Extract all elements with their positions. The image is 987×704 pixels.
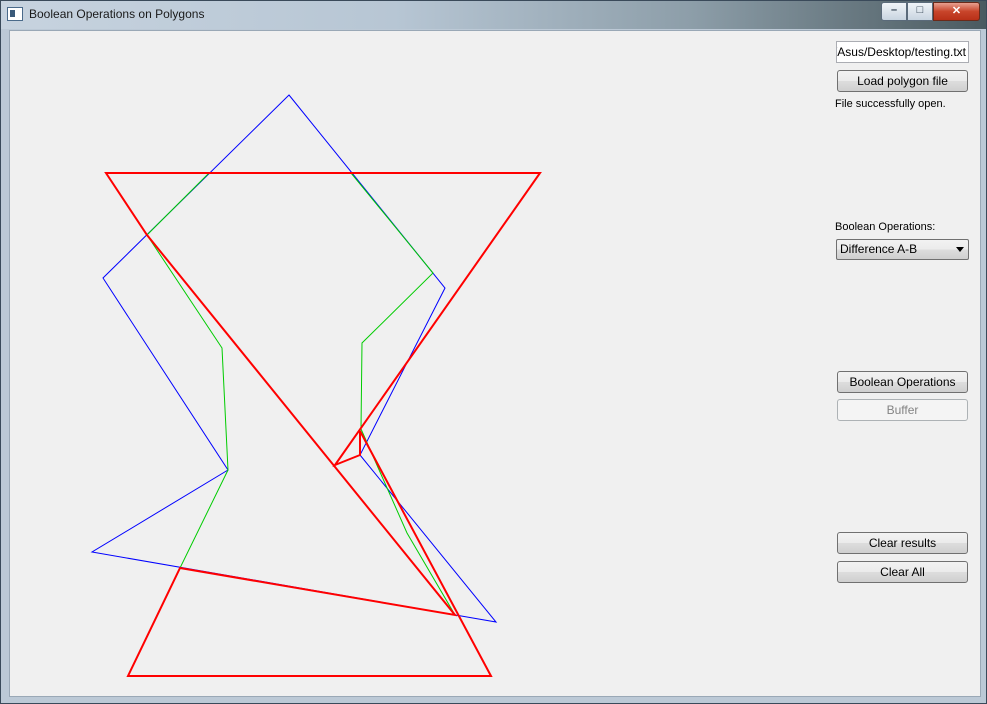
clear-results-button[interactable]: Clear results xyxy=(837,532,968,554)
selected-operation: Difference A-B xyxy=(840,242,918,256)
file-path-field[interactable]: C:/Users/Asus/Desktop/testing.txt xyxy=(836,41,969,63)
polygon-b xyxy=(90,94,498,623)
minimize-icon: – xyxy=(890,4,898,16)
boolean-operations-label: Boolean Operations: xyxy=(835,221,936,233)
client-area: C:/Users/Asus/Desktop/testing.txt Load p… xyxy=(9,30,981,697)
window-title: Boolean Operations on Polygons xyxy=(29,7,205,21)
app-window: Boolean Operations on Polygons – □ ✕ C:/… xyxy=(0,0,987,704)
title-bar[interactable]: Boolean Operations on Polygons – □ ✕ xyxy=(1,1,986,29)
polygon-canvas[interactable] xyxy=(10,31,820,696)
buffer-button[interactable]: Buffer xyxy=(837,399,968,421)
load-polygon-file-button[interactable]: Load polygon file xyxy=(837,70,968,92)
close-button[interactable]: ✕ xyxy=(933,2,980,21)
clear-all-button[interactable]: Clear All xyxy=(837,561,968,583)
maximize-icon: □ xyxy=(916,4,924,16)
dropdown-arrow-icon xyxy=(956,247,964,252)
boolean-operation-select[interactable]: Difference A-B xyxy=(836,239,969,260)
app-icon xyxy=(7,7,23,21)
polygon-a xyxy=(104,172,542,677)
minimize-button[interactable]: – xyxy=(881,2,907,21)
result-polygon xyxy=(146,172,456,616)
boolean-operations-button[interactable]: Boolean Operations xyxy=(837,371,968,393)
close-icon: ✕ xyxy=(951,5,962,17)
status-text: File successfully open. xyxy=(835,98,946,110)
maximize-button[interactable]: □ xyxy=(907,2,933,21)
